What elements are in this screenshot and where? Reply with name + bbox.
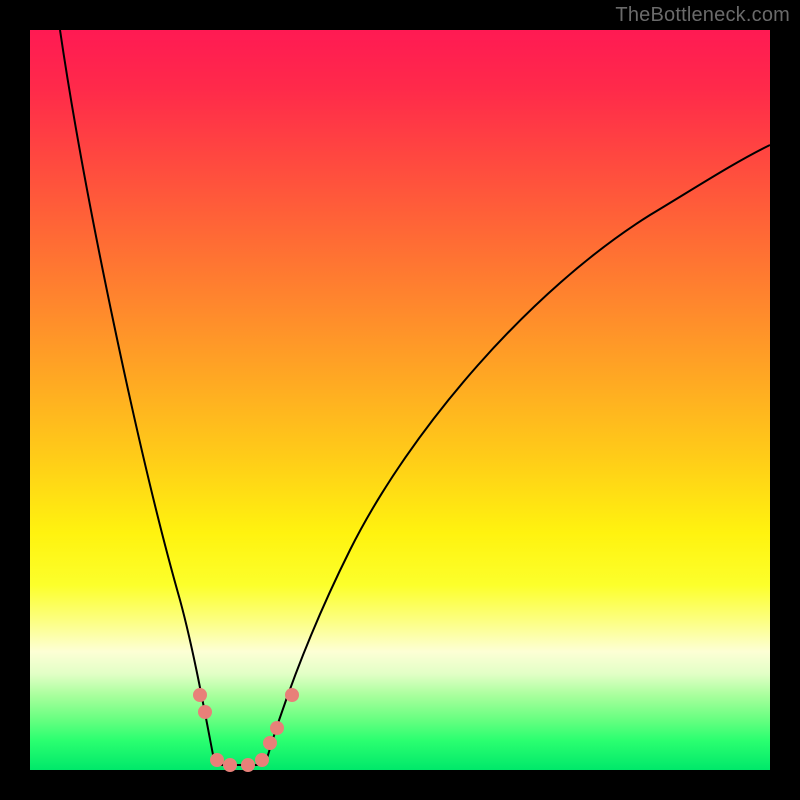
data-marker — [270, 721, 284, 735]
left-curve — [60, 30, 215, 765]
data-marker — [193, 688, 207, 702]
data-marker — [285, 688, 299, 702]
curve-overlay — [30, 30, 770, 770]
plot-area — [30, 30, 770, 770]
chart-frame: TheBottleneck.com — [0, 0, 800, 800]
data-marker — [223, 758, 237, 772]
watermark-text: TheBottleneck.com — [615, 4, 790, 27]
data-marker — [198, 705, 212, 719]
data-marker — [263, 736, 277, 750]
data-marker — [241, 758, 255, 772]
right-curve — [265, 145, 770, 765]
data-marker — [210, 753, 224, 767]
data-marker — [255, 753, 269, 767]
